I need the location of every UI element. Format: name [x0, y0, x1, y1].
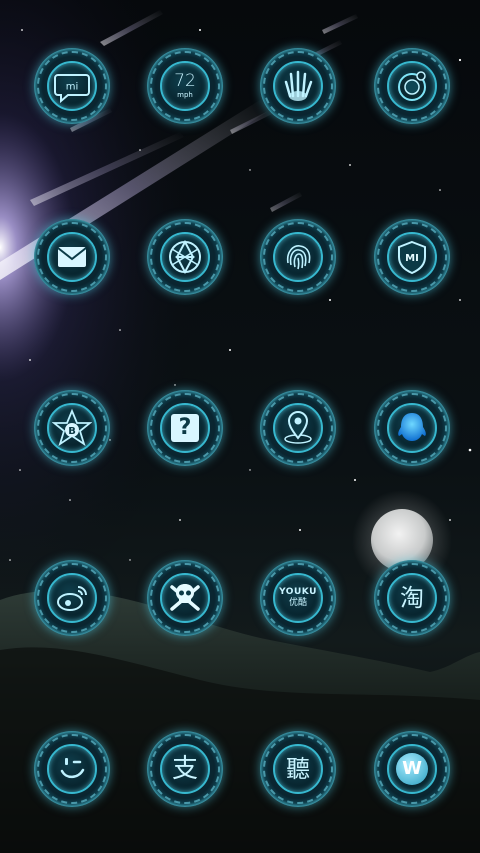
icon-face: mi	[47, 61, 97, 111]
speedometer-icon[interactable]: 72 mph	[147, 48, 223, 124]
icon-label: 优酷	[288, 598, 307, 608]
camera-icon[interactable]	[374, 48, 450, 124]
icon-face: YOUKU 优酷	[273, 573, 323, 623]
icon-label: mph	[177, 91, 193, 99]
icon-label: MI	[405, 253, 419, 264]
icon-face	[387, 61, 437, 111]
taobao-icon[interactable]: 淘	[374, 560, 450, 636]
icon-face	[160, 573, 210, 623]
icon-face: 支	[160, 744, 210, 794]
icon-label: 72	[174, 71, 196, 91]
map-pin-icon[interactable]	[260, 390, 336, 466]
icon-face: B	[47, 403, 97, 453]
w-logo-icon[interactable]: W	[374, 731, 450, 807]
question-icon[interactable]: ?	[147, 390, 223, 466]
alipay-icon[interactable]: 支	[147, 731, 223, 807]
icon-label: B	[68, 426, 76, 437]
skull-icon[interactable]	[147, 560, 223, 636]
icon-face: 聽	[273, 744, 323, 794]
listen-icon[interactable]: 聽	[260, 731, 336, 807]
icon-face: W	[387, 744, 437, 794]
icon-face	[273, 403, 323, 453]
icon-label: mi	[66, 82, 79, 93]
icon-face	[47, 232, 97, 282]
icon-label: 聽	[286, 755, 310, 783]
icon-face: 淘	[387, 573, 437, 623]
icon-face: MI	[387, 232, 437, 282]
star-b-icon[interactable]: B	[34, 390, 110, 466]
hand-scan-icon[interactable]	[260, 48, 336, 124]
icon-face	[273, 61, 323, 111]
icon-face: 72 mph	[160, 61, 210, 111]
mi-chat-icon[interactable]: mi	[34, 48, 110, 124]
icon-face	[47, 744, 97, 794]
icon-face	[160, 232, 210, 282]
mi-shield-icon[interactable]: MI	[374, 219, 450, 295]
icon-face	[47, 573, 97, 623]
wink-face-icon[interactable]	[34, 731, 110, 807]
aperture-icon[interactable]	[147, 219, 223, 295]
icon-face	[273, 232, 323, 282]
youku-icon[interactable]: YOUKU 优酷	[260, 560, 336, 636]
qq-penguin-icon[interactable]	[374, 390, 450, 466]
icon-label: ?	[178, 415, 192, 440]
mail-icon[interactable]	[34, 219, 110, 295]
fingerprint-icon[interactable]	[260, 219, 336, 295]
icon-face: ?	[160, 403, 210, 453]
icon-label: YOUKU	[279, 587, 317, 597]
icon-label: 淘	[400, 584, 424, 612]
icon-face	[387, 403, 437, 453]
icon-label: W	[402, 758, 422, 779]
weibo-icon[interactable]	[34, 560, 110, 636]
icon-label: 支	[171, 754, 198, 784]
